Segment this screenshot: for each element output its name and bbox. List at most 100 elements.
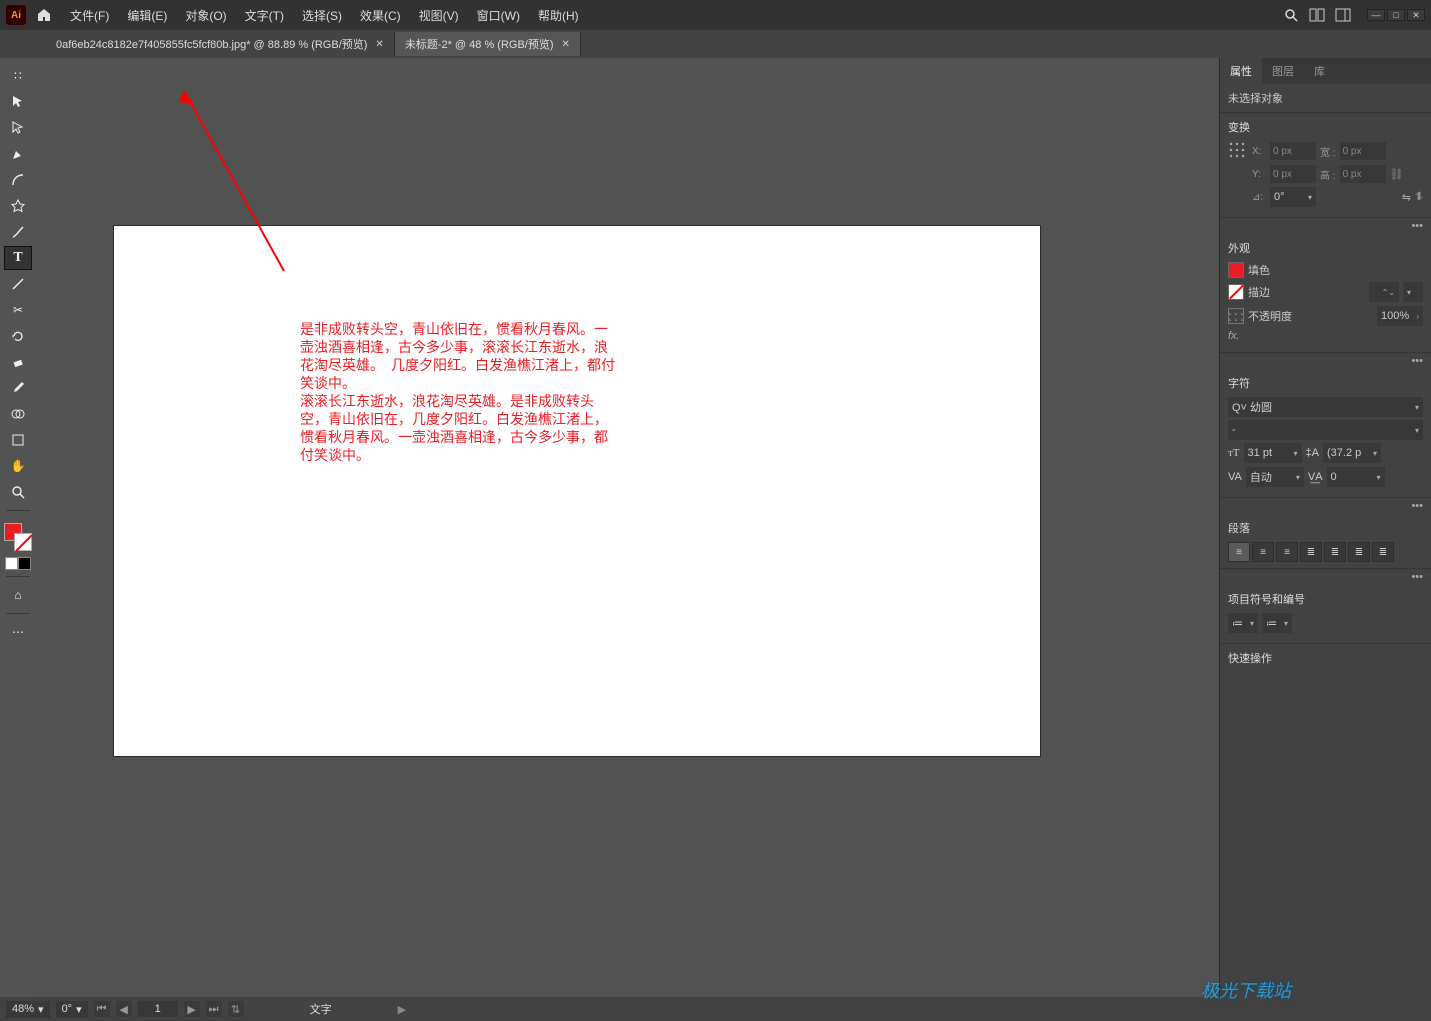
align-right-button[interactable]: ≡ — [1276, 542, 1298, 562]
align-center-button[interactable]: ≡ — [1252, 542, 1274, 562]
fontsize-icon: тT — [1228, 447, 1240, 459]
star-tool[interactable] — [4, 194, 32, 218]
x-input[interactable] — [1270, 142, 1316, 160]
eyedropper-tool[interactable] — [4, 376, 32, 400]
first-artboard-button[interactable]: ⏮ — [94, 1001, 110, 1017]
tab-libraries[interactable]: 库 — [1304, 58, 1335, 84]
more-icon[interactable]: ••• — [1220, 353, 1431, 369]
home-icon[interactable] — [34, 5, 54, 25]
w-input[interactable] — [1340, 142, 1386, 160]
status-play-icon[interactable]: ▶ — [398, 1003, 406, 1016]
rotate-tool[interactable] — [4, 324, 32, 348]
maximize-button[interactable]: □ — [1387, 9, 1405, 21]
brush-tool[interactable] — [4, 220, 32, 244]
justify-all-button[interactable]: ≣ — [1372, 542, 1394, 562]
align-left-button[interactable]: ≡ — [1228, 542, 1250, 562]
doc-tab-2[interactable]: 未标题-2* @ 48 % (RGB/预览)✕ — [395, 32, 581, 56]
minimize-button[interactable]: — — [1367, 9, 1385, 21]
tracking-input[interactable]: 0▾ — [1327, 467, 1385, 487]
y-input[interactable] — [1270, 165, 1316, 183]
eraser-tool[interactable] — [4, 350, 32, 374]
menu-edit[interactable]: 编辑(E) — [121, 3, 173, 28]
pen-tool[interactable] — [4, 142, 32, 166]
doc-tab-1[interactable]: 0af6eb24c8182e7f405855fc5fcf80b.jpg* @ 8… — [46, 32, 395, 56]
screen-mode-toggle[interactable] — [5, 557, 31, 570]
next-artboard-button[interactable]: ▶ — [184, 1001, 200, 1017]
artboard-number[interactable]: 1 — [138, 1001, 178, 1017]
last-artboard-button[interactable]: ⏭ — [206, 1001, 222, 1017]
menu-select[interactable]: 选择(S) — [296, 3, 348, 28]
top-menu-bar: Ai 文件(F) 编辑(E) 对象(O) 文字(T) 选择(S) 效果(C) 视… — [0, 0, 1431, 30]
curvature-tool[interactable] — [4, 168, 32, 192]
font-family-select[interactable]: Q˅ 幼圆▾ — [1228, 397, 1423, 417]
stroke-profile[interactable]: ▾ — [1403, 282, 1423, 302]
menu-type[interactable]: 文字(T) — [239, 3, 290, 28]
scissors-tool[interactable]: ✂ — [4, 298, 32, 322]
ref-point-icon[interactable] — [1228, 141, 1248, 161]
justify-left-button[interactable]: ≣ — [1300, 542, 1322, 562]
tab-properties[interactable]: 属性 — [1220, 58, 1262, 84]
canvas-text[interactable]: 是非成败转头空，青山依旧在，惯看秋月春风。一壶浊酒喜相逢，古今多少事，滚滚长江东… — [300, 322, 620, 466]
link-icon[interactable]: ⛓ — [1390, 168, 1404, 181]
shapebuilder-tool[interactable] — [4, 402, 32, 426]
arrange-icon[interactable] — [1309, 8, 1325, 22]
opacity-label: 不透明度 — [1248, 308, 1292, 324]
close-icon[interactable]: ✕ — [375, 39, 383, 50]
more-icon[interactable]: ••• — [1220, 218, 1431, 234]
bullets-heading: 项目符号和编号 — [1228, 591, 1423, 607]
zoom-tool[interactable] — [4, 480, 32, 504]
angle-input[interactable]: 0°▾ — [1270, 187, 1316, 207]
stroke-swatch[interactable] — [1228, 284, 1244, 300]
selection-tool[interactable] — [4, 90, 32, 114]
menu-file[interactable]: 文件(F) — [64, 3, 115, 28]
character-section: 字符 Q˅ 幼圆▾ -▾ тT 31 pt▾ ‡A (37.2 p▾ VA 自动… — [1220, 369, 1431, 498]
fill-swatch[interactable] — [1228, 262, 1244, 278]
fx-button[interactable]: fx. — [1228, 330, 1240, 342]
hand-tool[interactable]: ✋ — [4, 454, 32, 478]
flip-v-icon[interactable]: ⥮ — [1415, 191, 1423, 204]
artboard-tool[interactable] — [4, 428, 32, 452]
leading-input[interactable]: (37.2 p▾ — [1323, 443, 1381, 463]
prev-artboard-button[interactable]: ◀ — [116, 1001, 132, 1017]
y-label: Y: — [1252, 169, 1266, 180]
transform-section: 变换 X: 宽 : Y: 高 : ⛓ ⊿: 0°▾ ⇋ ⥮ — [1220, 113, 1431, 218]
grip-icon[interactable]: ∷ — [4, 64, 32, 88]
workspace-icon[interactable] — [1335, 8, 1351, 22]
justify-center-button[interactable]: ≣ — [1324, 542, 1346, 562]
stroke-weight[interactable]: ⌃⌄ — [1369, 282, 1399, 302]
menu-object[interactable]: 对象(O) — [179, 3, 232, 28]
tracking-icon: V͟A — [1308, 471, 1323, 483]
font-style-select[interactable]: -▾ — [1228, 420, 1423, 440]
edit-toolbar-icon[interactable]: ⋯ — [4, 620, 32, 644]
justify-right-button[interactable]: ≣ — [1348, 542, 1370, 562]
h-input[interactable] — [1340, 165, 1386, 183]
number-list-button[interactable]: ≔▾ — [1262, 613, 1292, 633]
drawmode-icon[interactable]: ⌂ — [4, 583, 32, 607]
opacity-input[interactable]: 100%› — [1377, 306, 1423, 326]
close-icon[interactable]: ✕ — [562, 39, 570, 50]
search-icon[interactable] — [1283, 7, 1299, 23]
zoom-select[interactable]: 48%▾ — [6, 1001, 50, 1018]
direct-select-tool[interactable] — [4, 116, 32, 140]
rotate-select[interactable]: 0°▾ — [56, 1001, 88, 1018]
line-tool[interactable] — [4, 272, 32, 296]
more-icon[interactable]: ••• — [1220, 498, 1431, 514]
canvas-area[interactable]: 是非成败转头空，青山依旧在，惯看秋月春风。一壶浊酒喜相逢，古今多少事，滚滚长江东… — [36, 58, 1219, 997]
x-label: X: — [1252, 146, 1266, 157]
tab-layers[interactable]: 图层 — [1262, 58, 1304, 84]
menu-effect[interactable]: 效果(C) — [354, 3, 407, 28]
close-button[interactable]: ✕ — [1407, 9, 1425, 21]
menu-view[interactable]: 视图(V) — [413, 3, 465, 28]
font-size-input[interactable]: 31 pt▾ — [1244, 443, 1302, 463]
artboard-nav-icon[interactable]: ⇅ — [228, 1001, 244, 1017]
flip-h-icon[interactable]: ⇋ — [1402, 191, 1411, 204]
more-icon[interactable]: ••• — [1220, 569, 1431, 585]
menu-help[interactable]: 帮助(H) — [532, 3, 585, 28]
color-swatch[interactable] — [4, 523, 32, 551]
menu-window[interactable]: 窗口(W) — [471, 3, 526, 28]
bullet-list-button[interactable]: ≔▾ — [1228, 613, 1258, 633]
type-tool[interactable]: T — [4, 246, 32, 270]
fill-label: 填色 — [1248, 262, 1270, 278]
kerning-input[interactable]: 自动▾ — [1246, 467, 1304, 487]
no-selection-label: 未选择对象 — [1228, 90, 1423, 106]
